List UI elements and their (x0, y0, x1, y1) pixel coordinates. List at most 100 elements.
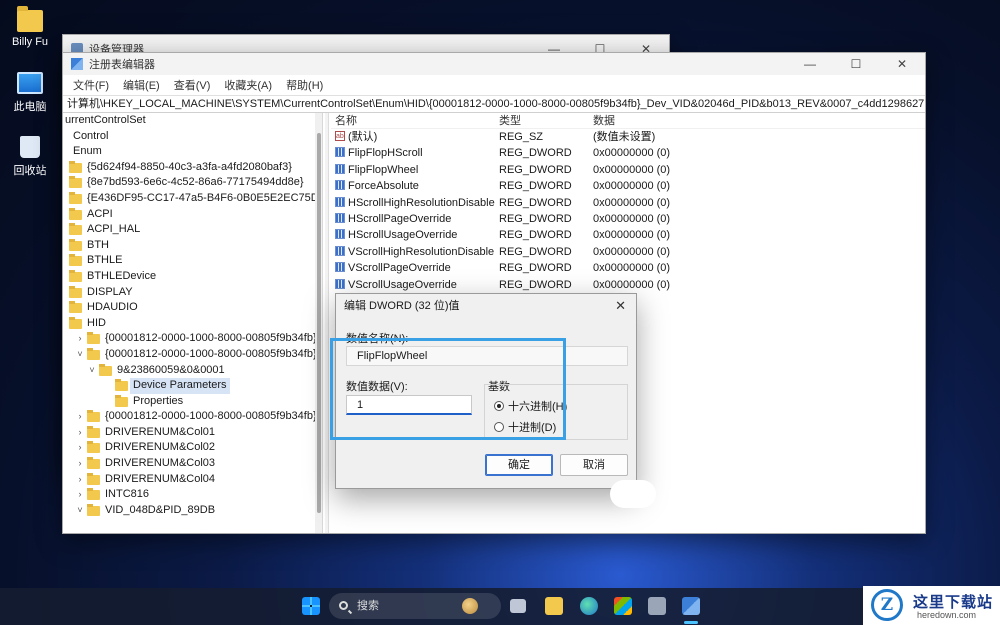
start-icon[interactable] (302, 597, 320, 615)
pane-splitter[interactable] (325, 113, 329, 533)
tree-node[interactable]: › {00001812-0000-1000-8000-00805f9b34fb}_… (63, 409, 315, 425)
this-pc-icon (17, 72, 43, 94)
value-row[interactable]: HScrollHighResolutionDisable REG_DWORD 0x0… (331, 195, 925, 211)
value-row[interactable]: VScrollUsageOverride REG_DWORD 0x00000000 … (331, 277, 925, 293)
tree-node[interactable]: Properties (63, 394, 315, 410)
value-type: REG_DWORD (499, 278, 572, 291)
tree-node[interactable]: {8e7bd593-6e6c-4c52-86a6-77175494dd8e} (63, 175, 315, 191)
registry-editor-titlebar[interactable]: 注册表编辑器 — ☐ ✕ (63, 53, 925, 75)
tree-node[interactable]: BTHLEDevice (63, 269, 315, 285)
registry-tree[interactable]: urrentControlSet Control Enum {5d624f94-885… (63, 113, 315, 533)
tree-node[interactable]: Device Parameters (63, 378, 315, 394)
taskbar-search[interactable]: 搜索 (329, 593, 501, 619)
tree-node[interactable]: ˅ {00001812-0000-1000-8000-00805f9b34fb}_… (63, 347, 315, 363)
tree-node[interactable]: ˅ VID_048D&PID_89DB (63, 503, 315, 519)
expand-arrow-icon[interactable]: › (75, 472, 85, 488)
expand-arrow-icon[interactable]: › (75, 487, 85, 503)
watermark-url: heredown.com (917, 610, 977, 620)
tree-node[interactable]: ˅ 9&23860059&0&0001 (63, 363, 315, 379)
tree-node[interactable]: DISPLAY (63, 285, 315, 301)
value-row[interactable]: HScrollPageOverride REG_DWORD 0x00000000 (… (331, 211, 925, 227)
value-row[interactable]: HScrollUsageOverride REG_DWORD 0x00000000 … (331, 227, 925, 243)
value-data: 0x00000000 (0) (593, 262, 671, 275)
desktop-icon-recycle-bin[interactable]: 回收站 (0, 136, 60, 178)
menu-help[interactable]: 帮助(H) (286, 77, 323, 93)
column-header-name[interactable]: 名称 (335, 113, 357, 129)
file-explorer-icon[interactable] (545, 597, 563, 615)
tree-node[interactable]: › DRIVERENUM&Col04 (63, 472, 315, 488)
column-header-type[interactable]: 类型 (499, 113, 521, 129)
desktop-icon-this-pc[interactable]: 此电脑 (0, 72, 60, 114)
tree-node[interactable]: urrentControlSet (63, 113, 315, 129)
edge-icon[interactable] (580, 597, 598, 615)
value-name-cell: VScrollUsageOverride (335, 277, 457, 293)
tree-node-label: urrentControlSet (65, 114, 146, 126)
menu-file[interactable]: 文件(F) (73, 77, 109, 93)
tree-node[interactable]: ACPI (63, 207, 315, 223)
value-type: REG_DWORD (499, 245, 572, 258)
tree-node[interactable]: BTHLE (63, 253, 315, 269)
tree-node[interactable]: › DRIVERENUM&Col03 (63, 456, 315, 472)
regedit-icon (71, 58, 83, 70)
tree-node[interactable]: › INTC816 (63, 487, 315, 503)
value-row[interactable]: FlipFlopHScroll REG_DWORD 0x00000000 (0) (331, 145, 925, 161)
tree-node[interactable]: HID (63, 316, 315, 332)
value-row[interactable]: (默认) REG_SZ (数值未设置) (331, 129, 925, 145)
ok-button[interactable]: 确定 (485, 454, 553, 476)
minimize-button[interactable]: — (787, 57, 833, 71)
value-row[interactable]: ForceAbsolute REG_DWORD 0x00000000 (0) (331, 178, 925, 194)
dialog-titlebar[interactable]: 编辑 DWORD (32 位)值 ✕ (336, 294, 636, 318)
maximize-button[interactable]: ☐ (833, 57, 879, 71)
expand-arrow-icon[interactable]: › (75, 440, 85, 456)
device-manager-taskbar-icon[interactable] (648, 597, 666, 615)
value-type: REG_DWORD (499, 163, 572, 176)
tree-node[interactable]: {5d624f94-8850-40c3-a3fa-a4fd2080baf3} (63, 160, 315, 176)
dword-value-icon (335, 180, 345, 191)
tree-node[interactable]: › DRIVERENUM&Col01 (63, 425, 315, 441)
regedit-taskbar-icon[interactable] (682, 597, 700, 615)
tree-node[interactable]: › {00001812-0000-1000-8000-00805f9b34fb}_… (63, 331, 315, 347)
collapse-arrow-icon[interactable]: ˅ (75, 347, 85, 363)
cancel-button[interactable]: 取消 (560, 454, 628, 476)
tree-node-label: DRIVERENUM&Col02 (105, 441, 216, 454)
dword-value-icon (335, 196, 345, 207)
expand-arrow-icon[interactable]: › (75, 331, 85, 347)
expand-arrow-icon[interactable]: › (75, 409, 85, 425)
folder-icon (87, 503, 100, 516)
address-bar[interactable]: 计算机\HKEY_LOCAL_MACHINE\SYSTEM\CurrentCon… (63, 95, 925, 113)
tree-node[interactable]: BTH (63, 238, 315, 254)
value-row[interactable]: FlipFlopWheel REG_DWORD 0x00000000 (0) (331, 162, 925, 178)
value-name: HScrollHighResolutionDisable (348, 196, 495, 209)
collapse-arrow-icon[interactable]: ˅ (75, 503, 85, 519)
task-view-icon[interactable] (510, 599, 526, 613)
value-name: FlipFlopHScroll (348, 147, 423, 160)
desktop-icon-billy-fu[interactable]: Billy Fu (0, 6, 60, 48)
tree-node[interactable]: ACPI_HAL (63, 222, 315, 238)
tree-node[interactable]: › DRIVERENUM&Col02 (63, 440, 315, 456)
menu-edit[interactable]: 编辑(E) (123, 77, 160, 93)
value-row[interactable]: VScrollHighResolutionDisable REG_DWORD 0x0… (331, 244, 925, 260)
collapse-arrow-icon[interactable]: ˅ (87, 363, 97, 379)
store-icon[interactable] (614, 597, 632, 615)
menu-favorites[interactable]: 收藏夹(A) (224, 77, 272, 93)
value-name: ForceAbsolute (348, 180, 419, 193)
tree-node[interactable]: {E436DF95-CC17-47a5-B4F6-0B0E5E2EC75D} (63, 191, 315, 207)
tree-node[interactable]: Enum (63, 144, 315, 160)
value-row[interactable]: VScrollPageOverride REG_DWORD 0x00000000 (… (331, 260, 925, 276)
value-name: FlipFlopWheel (348, 163, 419, 176)
folder-icon (115, 394, 128, 407)
expand-arrow-icon[interactable]: › (75, 425, 85, 441)
value-name-cell: HScrollUsageOverride (335, 227, 457, 243)
tree-node[interactable]: HDAUDIO (63, 300, 315, 316)
expand-arrow-icon[interactable]: › (75, 456, 85, 472)
dialog-close-button[interactable]: ✕ (615, 294, 626, 318)
menu-view[interactable]: 查看(V) (174, 77, 211, 93)
folder-icon (17, 6, 43, 32)
tree-node[interactable]: Control (63, 129, 315, 145)
column-header-data[interactable]: 数据 (593, 113, 615, 129)
close-button[interactable]: ✕ (879, 57, 925, 71)
value-name: (默认) (348, 131, 378, 143)
folder-icon (87, 457, 100, 470)
tree-node-label: {00001812-0000-1000-8000-00805f9b34fb}_D… (105, 332, 315, 345)
tree-scrollbar[interactable] (315, 113, 323, 533)
